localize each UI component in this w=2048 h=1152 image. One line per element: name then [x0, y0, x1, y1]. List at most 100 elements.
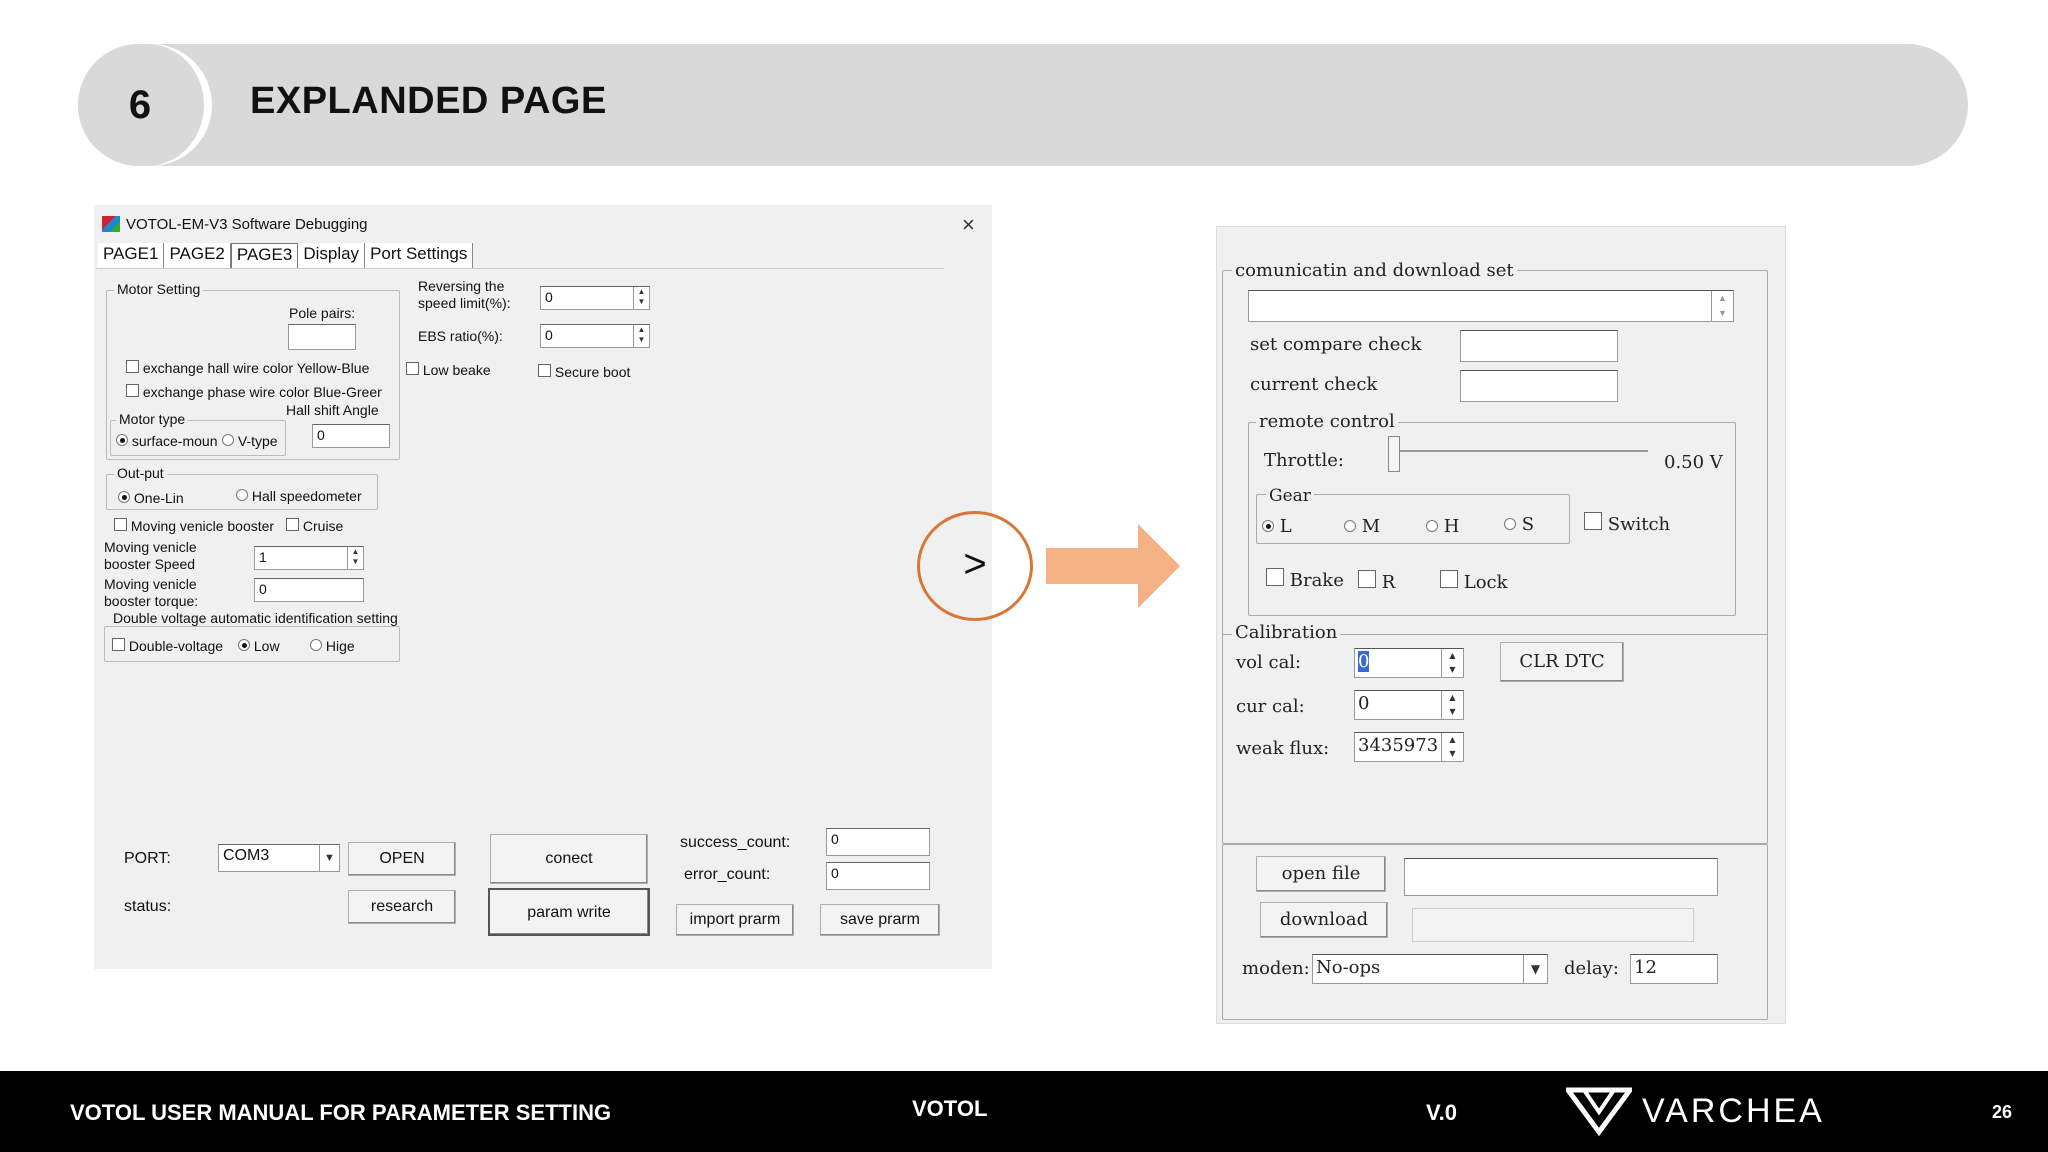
set-compare-field[interactable]	[1460, 330, 1618, 362]
gear-m-option[interactable]: M	[1344, 516, 1380, 537]
gear-s-radio[interactable]	[1504, 518, 1516, 530]
gear-l-option[interactable]: L	[1262, 516, 1292, 537]
ebs-spinner[interactable]: ▲ ▼	[633, 325, 649, 347]
tab-page2[interactable]: PAGE2	[164, 243, 231, 269]
hall-shift-label: Hall shift Angle	[286, 402, 379, 418]
vol-cal-spinner[interactable]: ▲ ▼	[1441, 649, 1463, 677]
v-type-radio[interactable]	[222, 434, 234, 446]
gear-l-radio[interactable]	[1262, 520, 1274, 532]
delay-input[interactable]: 12	[1630, 954, 1718, 984]
clr-dtc-button[interactable]: CLR DTC	[1500, 642, 1624, 682]
current-check-label: current check	[1250, 374, 1378, 395]
ebs-input[interactable]: 0 ▲ ▼	[540, 324, 650, 348]
gear-h-radio[interactable]	[1426, 520, 1438, 532]
comm-combobox[interactable]: ▲ ▼	[1248, 290, 1734, 322]
exchange-hall-checkbox[interactable]	[126, 360, 139, 373]
chevron-down-icon[interactable]: ▼	[319, 845, 339, 871]
open-file-button[interactable]: open file	[1256, 856, 1386, 892]
one-lin-option[interactable]: One-Lin	[118, 490, 184, 506]
low-option[interactable]: Low	[238, 638, 280, 654]
switch-checkbox[interactable]	[1584, 512, 1602, 530]
secure-boot-option[interactable]: Secure boot	[538, 364, 630, 380]
close-icon[interactable]: ×	[962, 212, 975, 238]
research-button[interactable]: research	[348, 890, 456, 924]
booster-speed-input[interactable]: 1 ▲ ▼	[254, 546, 364, 570]
tab-page1[interactable]: PAGE1	[98, 243, 165, 269]
current-check-field[interactable]	[1460, 370, 1618, 402]
throttle-value: 0.50 V	[1664, 452, 1723, 473]
low-beake-option[interactable]: Low beake	[406, 362, 491, 378]
moden-select[interactable]: No-ops ▼	[1312, 954, 1548, 984]
exchange-hall-option[interactable]: exchange hall wire color Yellow-Blue	[126, 360, 370, 376]
r-checkbox[interactable]	[1358, 570, 1376, 588]
gear-s-option[interactable]: S	[1504, 514, 1534, 535]
cruise-checkbox[interactable]	[286, 518, 299, 531]
throttle-slider-handle[interactable]	[1388, 436, 1400, 472]
gear-label: Gear	[1266, 486, 1314, 506]
moving-booster-checkbox[interactable]	[114, 518, 127, 531]
gear-m-radio[interactable]	[1344, 520, 1356, 532]
surface-mount-option[interactable]: surface-moun	[116, 433, 217, 449]
status-label: status:	[124, 898, 172, 915]
weak-flux-label: weak flux:	[1236, 738, 1330, 759]
ebs-label: EBS ratio(%):	[418, 328, 503, 344]
low-beake-checkbox[interactable]	[406, 362, 419, 375]
cur-cal-spinner[interactable]: ▲ ▼	[1441, 691, 1463, 719]
double-voltage-checkbox[interactable]	[112, 638, 125, 651]
pole-pairs-input[interactable]	[288, 324, 356, 350]
brake-checkbox[interactable]	[1266, 568, 1284, 586]
footer-center: VOTOL	[912, 1096, 988, 1121]
reversing-spinner[interactable]: ▲ ▼	[633, 287, 649, 309]
lock-option[interactable]: Lock	[1440, 570, 1508, 593]
vol-cal-input[interactable]: 0 ▲ ▼	[1354, 648, 1464, 678]
download-progress-bar	[1412, 908, 1694, 942]
file-path-field[interactable]	[1404, 858, 1718, 896]
tab-port-settings[interactable]: Port Settings	[365, 243, 474, 269]
hall-speedometer-option[interactable]: Hall speedometer	[236, 488, 362, 504]
low-radio[interactable]	[238, 639, 250, 651]
reversing-input[interactable]: 0 ▲ ▼	[540, 286, 650, 310]
page-title: EXPLANDED PAGE	[250, 80, 607, 122]
double-voltage-label: Double voltage automatic identification …	[110, 610, 401, 626]
motor-type-label: Motor type	[116, 411, 189, 427]
weak-flux-spinner[interactable]: ▲ ▼	[1441, 733, 1463, 761]
r-option[interactable]: R	[1358, 570, 1395, 593]
delay-label: delay:	[1564, 958, 1619, 979]
tab-display[interactable]: Display	[298, 243, 366, 269]
booster-speed-spinner[interactable]: ▲ ▼	[347, 547, 363, 569]
download-button[interactable]: download	[1260, 902, 1388, 938]
switch-option[interactable]: Switch	[1584, 512, 1670, 535]
cur-cal-input[interactable]: 0 ▲ ▼	[1354, 690, 1464, 720]
tab-page3[interactable]: PAGE3	[230, 243, 299, 269]
lock-checkbox[interactable]	[1440, 570, 1458, 588]
high-option[interactable]: Hige	[310, 638, 355, 654]
one-lin-radio[interactable]	[118, 491, 130, 503]
import-prarm-button[interactable]: import prarm	[676, 904, 794, 936]
surface-mount-radio[interactable]	[116, 434, 128, 446]
double-voltage-option[interactable]: Double-voltage	[112, 638, 223, 654]
brake-option[interactable]: Brake	[1266, 568, 1344, 591]
footer-version: V.0	[1426, 1100, 1458, 1125]
motor-setting-label: Motor Setting	[114, 281, 204, 297]
cruise-option[interactable]: Cruise	[286, 518, 343, 534]
chevron-down-icon[interactable]: ▼	[1523, 955, 1547, 983]
hall-speedometer-radio[interactable]	[236, 489, 248, 501]
success-count-field: 0	[826, 828, 930, 856]
exchange-phase-option[interactable]: exchange phase wire color Blue-Green	[126, 384, 382, 400]
moving-booster-option[interactable]: Moving venicle booster	[114, 518, 274, 534]
v-type-option[interactable]: V-type	[222, 433, 278, 449]
port-select[interactable]: COM3 ▼	[218, 844, 340, 872]
weak-flux-input[interactable]: 3435973 ▲ ▼	[1354, 732, 1464, 762]
gear-h-option[interactable]: H	[1426, 516, 1459, 537]
high-radio[interactable]	[310, 639, 322, 651]
hall-shift-input[interactable]: 0	[312, 424, 390, 448]
booster-torque-input[interactable]: 0	[254, 578, 364, 602]
open-button[interactable]: OPEN	[348, 842, 456, 876]
secure-boot-checkbox[interactable]	[538, 364, 551, 377]
exchange-phase-checkbox[interactable]	[126, 384, 139, 397]
param-write-button[interactable]: param write	[488, 888, 650, 936]
save-prarm-button[interactable]: save prarm	[820, 904, 940, 936]
conect-button[interactable]: conect	[490, 834, 648, 884]
comm-scroll[interactable]: ▲ ▼	[1711, 291, 1733, 321]
error-count-label: error_count:	[684, 866, 771, 883]
